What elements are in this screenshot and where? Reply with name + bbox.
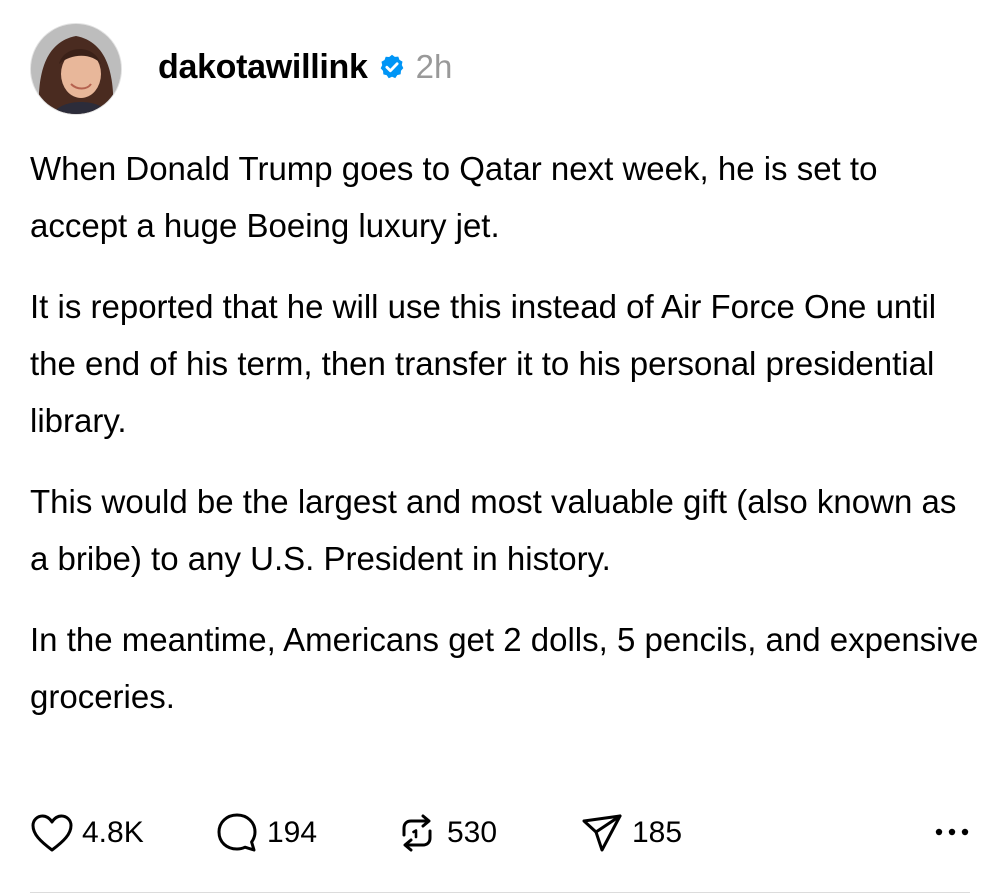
like-count: 4.8K [82, 816, 144, 849]
timestamp: 2h [415, 48, 453, 85]
user-row: dakotawillink 2h [158, 48, 452, 87]
post-card: dakotawillink 2h When Donald Trump goes … [0, 0, 1000, 896]
repost-button[interactable]: 530 [395, 811, 580, 855]
post-paragraph: This would be the largest and most valua… [30, 483, 957, 577]
username[interactable]: dakotawillink [158, 48, 368, 87]
repost-count: 530 [447, 816, 498, 849]
divider [30, 892, 970, 893]
share-count: 185 [632, 816, 683, 849]
avatar[interactable] [30, 23, 122, 115]
comment-icon [215, 811, 259, 855]
share-button[interactable]: 185 [580, 811, 780, 855]
reply-count: 194 [267, 816, 318, 849]
share-icon [580, 811, 624, 855]
post-header: dakotawillink 2h [30, 22, 452, 116]
heart-icon [30, 813, 74, 853]
action-bar: 4.8K 194 530 185 [30, 808, 970, 858]
more-options-button[interactable] [934, 808, 970, 858]
post-paragraph: It is reported that he will use this ins… [30, 288, 937, 439]
repost-icon [395, 811, 439, 855]
like-button[interactable]: 4.8K [30, 813, 215, 853]
post-body: When Donald Trump goes to Qatar next wee… [30, 140, 980, 749]
post-paragraph: When Donald Trump goes to Qatar next wee… [30, 150, 878, 244]
reply-button[interactable]: 194 [215, 811, 395, 855]
more-icon [934, 824, 970, 842]
verified-badge-icon [378, 53, 406, 81]
post-paragraph: In the meantime, Americans get 2 dolls, … [30, 621, 979, 715]
